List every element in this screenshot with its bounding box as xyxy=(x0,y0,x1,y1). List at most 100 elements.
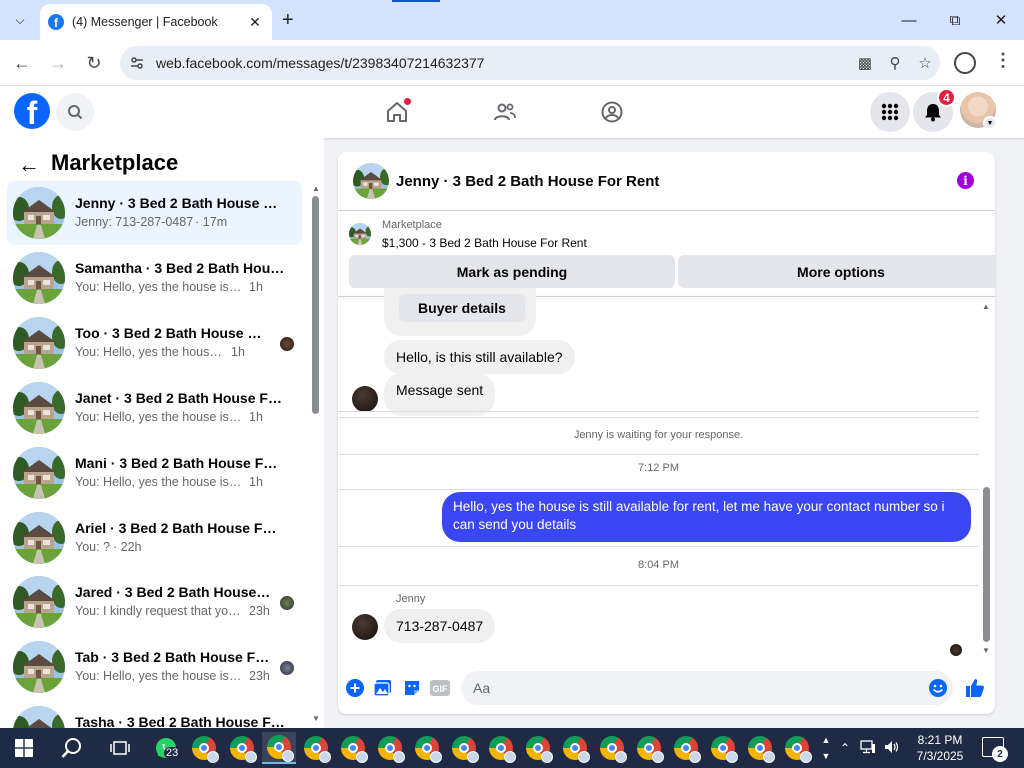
back-arrow-icon[interactable]: ← xyxy=(18,152,40,178)
tab-search-chevron-icon[interactable]: ⌵ xyxy=(8,8,32,32)
sidebar-scroll-up-icon[interactable]: ▲ xyxy=(312,184,320,193)
chrome-profile-icon[interactable] xyxy=(559,732,591,764)
listing-thumbnail xyxy=(13,706,65,728)
facebook-logo-icon[interactable]: f xyxy=(14,93,50,129)
chrome-profile-icon[interactable] xyxy=(262,732,296,764)
listing-thumbnail xyxy=(13,512,65,564)
thumbs-up-icon[interactable] xyxy=(965,678,985,698)
show-hidden-icons-chevron-icon[interactable]: ⌃ xyxy=(840,741,850,755)
volume-icon[interactable] xyxy=(884,740,900,757)
gif-icon[interactable]: GIF xyxy=(430,678,450,698)
chat-scroll-down-icon[interactable]: ▼ xyxy=(982,646,990,655)
url-text[interactable]: web.facebook.com/messages/t/239834072146… xyxy=(156,55,850,71)
emoji-icon[interactable] xyxy=(928,678,948,698)
sidebar-scrollbar[interactable] xyxy=(312,196,319,414)
chrome-profile-icon[interactable] xyxy=(374,732,406,764)
conversation-preview: You: Hello, yes the house is still avail… xyxy=(75,669,270,683)
chat-listing-thumbnail[interactable] xyxy=(353,163,389,199)
divider xyxy=(338,546,979,547)
taskbar-scroll-icon[interactable]: ▲ ▼ xyxy=(820,732,832,764)
notification-count-badge: 4 xyxy=(937,88,956,107)
chrome-profile-icon[interactable] xyxy=(448,732,480,764)
chat-title[interactable]: Jenny · 3 Bed 2 Bath House For Rent xyxy=(396,173,659,190)
more-options-button[interactable]: More options xyxy=(678,255,995,288)
photo-icon[interactable] xyxy=(373,678,393,698)
profile-icon[interactable] xyxy=(954,52,976,74)
incoming-message: 713-287-0487 xyxy=(384,609,496,643)
incoming-message: Hello, is this still available? xyxy=(384,340,575,374)
minimize-icon[interactable]: — xyxy=(894,8,924,32)
chrome-profile-icon[interactable] xyxy=(485,732,517,764)
menu-grid-icon[interactable] xyxy=(870,92,910,132)
conversation-item[interactable]: Jenny · 3 Bed 2 Bath House For Rent Jenn… xyxy=(7,181,302,245)
chrome-profile-icon[interactable] xyxy=(300,732,332,764)
gaming-icon[interactable] xyxy=(598,98,626,126)
svg-text:GIF: GIF xyxy=(433,684,449,694)
chrome-profile-icon[interactable] xyxy=(411,732,443,764)
preview-time: 1h xyxy=(249,475,263,489)
chat-scroll-up-icon[interactable]: ▲ xyxy=(982,302,990,311)
conversation-item[interactable]: Tab · 3 Bed 2 Bath House For Rent You: H… xyxy=(7,635,302,699)
account-chevron-down-icon[interactable]: ▼ xyxy=(983,116,997,130)
conversation-item[interactable]: Too · 3 Bed 2 Bath House For Rent You: H… xyxy=(7,311,302,375)
sidebar-scroll-down-icon[interactable]: ▼ xyxy=(312,714,320,723)
chrome-profile-icon[interactable] xyxy=(337,732,369,764)
chat-scrollbar[interactable] xyxy=(983,487,990,642)
chrome-profile-icon[interactable] xyxy=(670,732,702,764)
window-close-icon[interactable]: ✕ xyxy=(986,8,1016,32)
chrome-profile-icon[interactable] xyxy=(522,732,554,764)
address-bar[interactable]: web.facebook.com/messages/t/239834072146… xyxy=(120,46,940,80)
listing-thumbnail[interactable] xyxy=(349,223,371,245)
site-info-icon[interactable] xyxy=(124,50,150,76)
kebab-menu-icon[interactable]: ⋮ xyxy=(994,50,1012,71)
browser-toolbar: ← → ↻ web.facebook.com/messages/t/239834… xyxy=(0,40,1024,86)
listing-summary[interactable]: $1,300 - 3 Bed 2 Bath House For Rent xyxy=(382,236,587,250)
install-app-icon[interactable]: ▩ xyxy=(850,54,880,72)
friends-icon[interactable] xyxy=(491,98,519,126)
conversation-item[interactable]: Mani · 3 Bed 2 Bath House For Rent You: … xyxy=(7,441,302,505)
chrome-profile-icon[interactable] xyxy=(226,732,258,764)
new-tab-plus-icon[interactable]: + xyxy=(282,9,294,31)
taskbar-clock[interactable]: 8:21 PM 7/3/2025 xyxy=(906,732,974,764)
sender-avatar[interactable] xyxy=(352,386,378,412)
bookmark-star-icon[interactable]: ☆ xyxy=(910,54,940,72)
mark-as-pending-button[interactable]: Mark as pending xyxy=(349,255,675,288)
reload-icon[interactable]: ↻ xyxy=(81,50,107,76)
chrome-profile-icon[interactable] xyxy=(707,732,739,764)
info-icon[interactable]: i xyxy=(957,172,974,189)
message-input[interactable] xyxy=(461,671,953,705)
conversation-item[interactable]: Tasha · 3 Bed 2 Bath House For Rent xyxy=(7,700,302,728)
browser-tab[interactable]: f (4) Messenger | Facebook ✕ xyxy=(40,4,272,40)
task-view-icon[interactable] xyxy=(104,732,136,764)
conversation-item[interactable]: Ariel · 3 Bed 2 Bath House For Rent You:… xyxy=(7,506,302,570)
conversation-item[interactable]: Janet · 3 Bed 2 Bath House For Rent You:… xyxy=(7,376,302,440)
network-icon[interactable] xyxy=(860,739,876,757)
back-arrow-icon[interactable]: ← xyxy=(9,50,35,76)
conversation-item[interactable]: Samantha · 3 Bed 2 Bath House For Rent Y… xyxy=(7,246,302,310)
buyer-details-button[interactable]: Buyer details xyxy=(399,294,525,322)
chrome-profile-icon[interactable] xyxy=(188,732,220,764)
sticker-icon[interactable] xyxy=(402,678,422,698)
sender-avatar[interactable] xyxy=(352,614,378,640)
conversation-item[interactable]: Jared · 3 Bed 2 Bath House For Rent You:… xyxy=(7,570,302,634)
zoom-icon[interactable]: ⚲ xyxy=(880,54,910,72)
windows-start-icon[interactable] xyxy=(8,732,40,764)
conversation-name: Mani · 3 Bed 2 Bath House For Rent xyxy=(75,455,285,471)
chrome-profile-icon[interactable] xyxy=(744,732,776,764)
chrome-profile-icon[interactable] xyxy=(633,732,665,764)
forward-arrow-icon[interactable]: → xyxy=(45,50,71,76)
search-icon[interactable] xyxy=(56,93,94,131)
listing-thumbnail xyxy=(13,317,65,369)
clock-date: 7/3/2025 xyxy=(916,749,964,763)
search-icon[interactable] xyxy=(56,732,88,764)
restore-icon[interactable]: ⧉ xyxy=(940,8,970,32)
tab-title: (4) Messenger | Facebook xyxy=(72,15,218,29)
conversation-preview: You: Hello, yes the house is still avail… xyxy=(75,410,263,424)
tab-close-icon[interactable]: ✕ xyxy=(246,14,264,31)
marketplace-sidebar: ← Marketplace Jenny · 3 Bed 2 Bath House… xyxy=(0,138,324,728)
chrome-profile-icon[interactable] xyxy=(596,732,628,764)
chrome-profile-icon[interactable] xyxy=(781,732,813,764)
listing-category: Marketplace xyxy=(382,219,442,231)
plus-circle-icon[interactable] xyxy=(345,678,365,698)
whatsapp-badge: 23 xyxy=(164,747,181,759)
